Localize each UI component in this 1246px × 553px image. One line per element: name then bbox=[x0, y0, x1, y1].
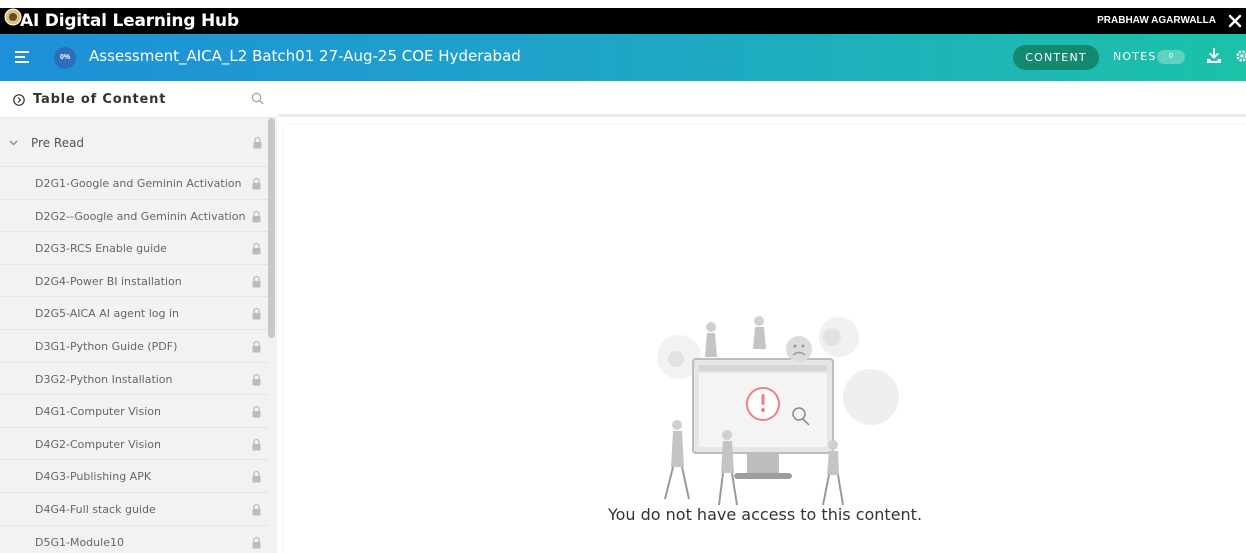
lock-icon bbox=[252, 536, 261, 549]
lock-icon bbox=[252, 275, 261, 288]
section-pre-read[interactable]: Pre Read bbox=[0, 118, 268, 167]
toc-item-label: D2G3-RCS Enable guide bbox=[35, 242, 167, 256]
sidebar-scrollbar-thumb[interactable] bbox=[268, 118, 275, 338]
lock-icon bbox=[252, 210, 261, 223]
toc-item[interactable]: D3G2-Python Installation bbox=[0, 363, 268, 396]
toc-item-label: D4G3-Publishing APK bbox=[35, 470, 152, 484]
toc-item[interactable]: D4G1-Computer Vision bbox=[0, 395, 268, 428]
download-icon[interactable] bbox=[1205, 47, 1223, 65]
content-toolbar bbox=[278, 81, 1246, 117]
lock-icon bbox=[252, 406, 261, 418]
toc-item[interactable]: D2G5-AICA AI agent log in bbox=[0, 297, 268, 330]
content-panel: You do not have access to this content. bbox=[284, 125, 1246, 553]
toc-item[interactable]: D4G2-Computer Vision bbox=[0, 428, 268, 461]
lock-icon bbox=[252, 438, 261, 451]
toc-item-label: D2G2--Google and Geminin Activation bbox=[35, 209, 246, 223]
lock-icon bbox=[252, 177, 261, 190]
notes-tab-button[interactable]: NOTES bbox=[1113, 50, 1157, 63]
lock-icon bbox=[252, 373, 261, 386]
chevron-circle-icon[interactable] bbox=[13, 94, 25, 106]
title-bar: AI Digital Learning Hub PRABHAW AGARWALL… bbox=[0, 8, 1246, 34]
app-window: AI Digital Learning Hub PRABHAW AGARWALL… bbox=[0, 0, 1246, 553]
sidebar: Table of Content Pre Read D2G1-Google an… bbox=[0, 81, 277, 553]
toc-item[interactable]: D2G3-RCS Enable guide bbox=[0, 232, 268, 265]
notes-count-badge: 0 bbox=[1157, 50, 1185, 64]
lock-icon bbox=[252, 503, 261, 516]
content-area: You do not have access to this content. bbox=[278, 81, 1246, 553]
toc-title: Table of Content bbox=[33, 92, 167, 107]
toc-header: Table of Content bbox=[0, 81, 277, 118]
toc-item-label: D2G4-Power BI installation bbox=[35, 274, 182, 288]
course-header: 0% Assessment_AICA_L2 Batch01 27-Aug-25 … bbox=[0, 34, 1246, 81]
no-access-message: You do not have access to this content. bbox=[607, 505, 923, 524]
toc-item[interactable]: D4G3-Publishing APK bbox=[0, 460, 268, 493]
course-title: Assessment_AICA_L2 Batch01 27-Aug-25 COE… bbox=[89, 47, 521, 65]
app-title: AI Digital Learning Hub bbox=[20, 11, 239, 31]
search-icon[interactable] bbox=[251, 92, 264, 105]
lock-icon bbox=[253, 136, 262, 149]
no-access-illustration bbox=[657, 316, 899, 506]
toc-item-label: D4G2-Computer Vision bbox=[35, 437, 161, 451]
gear-icon[interactable] bbox=[1235, 48, 1246, 64]
toc-item-label: D3G1-Python Guide (PDF) bbox=[35, 339, 178, 353]
user-name[interactable]: PRABHAW AGARWALLA bbox=[1097, 15, 1216, 26]
toc-item[interactable]: D5G1-Module10 bbox=[0, 526, 268, 553]
toc-item[interactable]: D2G4-Power BI installation bbox=[0, 265, 268, 298]
toc-item-label: D4G4-Full stack guide bbox=[35, 502, 156, 516]
toc-item[interactable]: D2G2--Google and Geminin Activation bbox=[0, 200, 268, 233]
toc-item-label: D2G5-AICA AI agent log in bbox=[35, 307, 180, 321]
toc-item[interactable]: D2G1-Google and Geminin Activation bbox=[0, 167, 268, 200]
lock-icon bbox=[252, 243, 261, 255]
progress-badge: 0% bbox=[54, 47, 76, 69]
toc-item-label: D2G1-Google and Geminin Activation bbox=[35, 177, 242, 190]
toc-item[interactable]: D4G4-Full stack guide bbox=[0, 493, 268, 526]
close-icon[interactable] bbox=[1228, 14, 1242, 28]
content-tab-button[interactable]: CONTENT bbox=[1013, 45, 1099, 70]
lock-icon bbox=[252, 340, 261, 353]
chevron-down-icon bbox=[9, 140, 18, 146]
menu-icon[interactable] bbox=[14, 49, 30, 65]
toc-item-label: D3G2-Python Installation bbox=[35, 372, 173, 386]
toc-item-label: D4G1-Computer Vision bbox=[35, 405, 161, 419]
toc-item-list: D2G1-Google and Geminin Activation D2G2--… bbox=[0, 167, 268, 553]
section-label: Pre Read bbox=[31, 136, 85, 150]
lock-icon bbox=[252, 308, 261, 320]
toc-item[interactable]: D3G1-Python Guide (PDF) bbox=[0, 330, 268, 363]
lock-icon bbox=[252, 471, 261, 483]
toc-item-label: D5G1-Module10 bbox=[35, 535, 124, 549]
